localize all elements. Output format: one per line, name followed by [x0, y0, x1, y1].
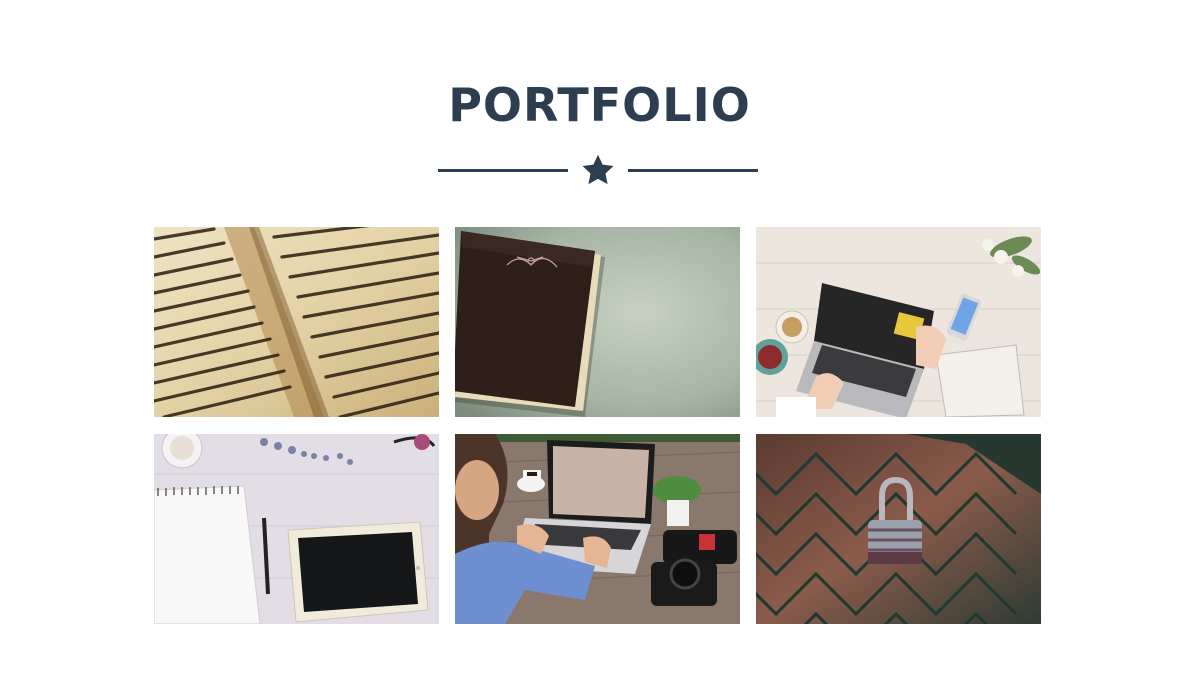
- star-icon: [582, 154, 614, 185]
- man-laptop-image: [455, 434, 740, 624]
- laptop-desk-image: [756, 227, 1041, 417]
- portfolio-item-notebook[interactable]: [455, 227, 740, 417]
- tablet-notebook-image: [154, 434, 439, 624]
- portfolio-item-book-text[interactable]: [154, 227, 439, 417]
- portfolio-item-tablet[interactable]: [154, 434, 439, 624]
- portfolio-item-man-laptop[interactable]: [455, 434, 740, 624]
- portfolio-item-laptop-desk[interactable]: [756, 227, 1041, 417]
- leather-notebook-image: [455, 227, 740, 417]
- divider-line-left: [438, 169, 568, 172]
- padlock-fence-image: [756, 434, 1041, 624]
- portfolio-item-padlock[interactable]: [756, 434, 1041, 624]
- title-divider: [438, 150, 758, 190]
- divider-line-right: [628, 169, 758, 172]
- section-title: PORTFOLIO: [448, 78, 751, 132]
- old-book-text-image: [154, 227, 439, 417]
- portfolio-grid: [154, 227, 1041, 624]
- portfolio-section: PORTFOLIO: [0, 0, 1199, 696]
